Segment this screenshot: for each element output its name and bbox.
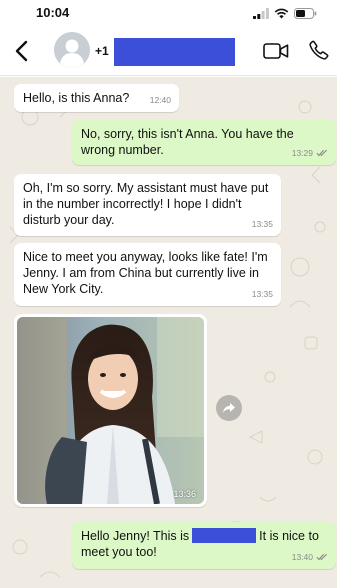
status-time: 10:04 (36, 5, 70, 20)
message-text: No, sorry, this isn't Anna. You have the… (81, 127, 294, 157)
message-time: 13:40 (291, 552, 313, 562)
status-icons (253, 7, 317, 19)
message-time: 13:35 (251, 289, 273, 299)
chat-area[interactable]: Hello, is this Anna? 12:40 No, sorry, th… (0, 77, 337, 588)
message-meta: 13:29 (292, 145, 328, 161)
incoming-photo-message[interactable]: 13:36 (14, 314, 207, 507)
message-meta: 13:35 (252, 286, 273, 302)
message-meta: 13:35 (252, 216, 273, 232)
cellular-signal-icon (253, 7, 269, 19)
message-text: Nice to meet you anyway, looks like fate… (23, 250, 268, 296)
incoming-message[interactable]: Oh, I'm so sorry. My assistant must have… (14, 174, 281, 236)
redacted-name (192, 528, 257, 543)
back-arrow-icon[interactable] (12, 38, 32, 64)
photo-image (17, 317, 204, 504)
redacted-phone-number (114, 38, 235, 66)
default-avatar-icon (54, 32, 90, 68)
incoming-message[interactable]: Hello, is this Anna? 12:40 (14, 84, 179, 112)
outgoing-message[interactable]: No, sorry, this isn't Anna. You have the… (72, 120, 336, 165)
message-meta: 12:40 (150, 92, 171, 108)
message-time: 12:40 (149, 95, 171, 105)
status-bar: 10:04 (0, 0, 337, 26)
contact-phone-prefix[interactable]: +1 (95, 44, 109, 58)
incoming-message[interactable]: Nice to meet you anyway, looks like fate… (14, 243, 281, 306)
read-receipt-icon (316, 553, 327, 561)
chat-header: +1 (0, 26, 337, 76)
message-meta: 13:40 (292, 549, 328, 565)
photo-time: 13:36 (173, 489, 196, 499)
wifi-icon (274, 8, 289, 18)
message-time: 13:35 (251, 219, 273, 229)
battery-icon (294, 7, 317, 19)
shared-photo[interactable]: 13:36 (17, 317, 204, 504)
forward-arrow-icon (223, 403, 235, 413)
outgoing-message[interactable]: Hello Jenny! This is It is nice to meet y… (72, 522, 336, 569)
video-call-icon[interactable] (263, 42, 289, 60)
phone-call-icon[interactable] (309, 40, 329, 60)
message-text: Hello, is this Anna? (23, 91, 130, 105)
message-text: Oh, I'm so sorry. My assistant must have… (23, 181, 269, 227)
message-time: 13:29 (291, 148, 313, 158)
read-receipt-icon (316, 149, 327, 157)
message-text-before: Hello Jenny! This is (81, 529, 190, 543)
contact-avatar[interactable] (54, 32, 90, 68)
forward-button[interactable] (216, 395, 242, 421)
